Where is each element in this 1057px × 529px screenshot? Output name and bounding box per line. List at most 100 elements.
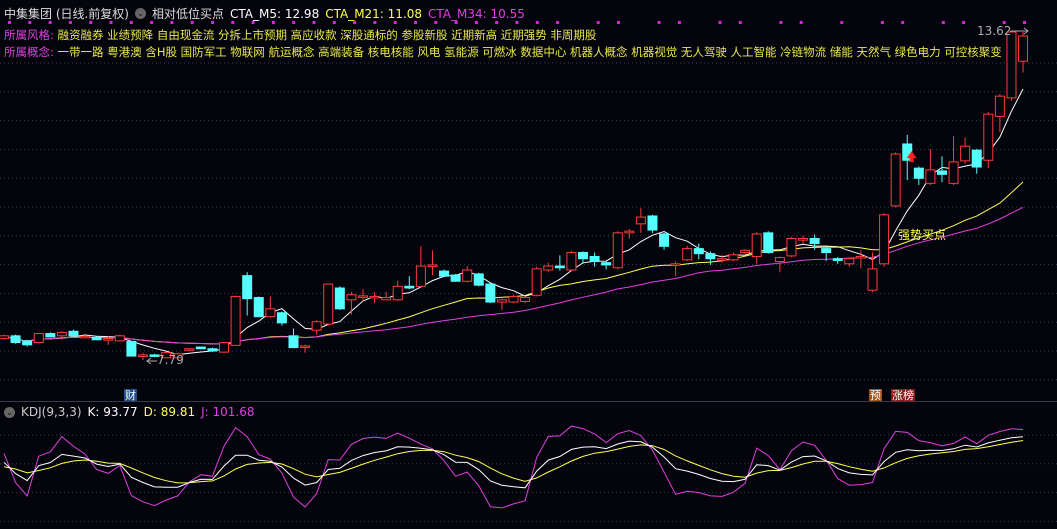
candle-down (253, 297, 264, 318)
candle-up (531, 268, 542, 296)
candle-down (647, 215, 658, 231)
candle-up (0, 335, 9, 340)
candle-down (936, 170, 947, 175)
marker-dot (556, 21, 560, 24)
candle-up (566, 252, 577, 271)
kdj-k-value: K: 93.77 (87, 405, 138, 419)
candle-up (357, 295, 368, 298)
candle-up (520, 297, 531, 302)
candle-up (369, 295, 380, 299)
kdj-title[interactable]: KDJ(9,3,3) (21, 405, 82, 419)
strong-buy-signal-label: 强势买点 (898, 228, 947, 242)
ma21-value: CTA_M21: 11.08 (325, 6, 423, 21)
candle-up (300, 345, 311, 348)
candle-down (242, 275, 253, 300)
candle-up (798, 237, 809, 241)
kdj-k-line (3, 436, 1024, 489)
candle-down (450, 274, 461, 282)
candle-down (439, 270, 450, 277)
candle-up (103, 338, 114, 341)
kdj-j-value: J: 101.68 (201, 405, 255, 419)
candle-up (751, 233, 762, 257)
concept-row: 所属概念: 一带一路 粤港澳 含H股 国防军工 物联网 航运概念 高端装备 核电… (4, 44, 1002, 60)
indicator-name[interactable]: 相对低位买点 (152, 5, 224, 22)
candle-up (543, 265, 554, 271)
panel-divider[interactable] (0, 401, 1057, 402)
candle-up (80, 335, 91, 339)
indicator-dropdown-icon[interactable]: ⌄ (135, 8, 146, 19)
marker-dot (738, 21, 742, 24)
candle-up (56, 331, 67, 337)
low-price-label: 7.79 (157, 353, 184, 367)
candle-down (22, 340, 33, 346)
marker-dot (535, 21, 539, 24)
candle-up (496, 299, 507, 303)
candle-up (786, 237, 797, 257)
candle-down (276, 312, 287, 324)
candle-down (821, 248, 832, 254)
candle-up (774, 257, 785, 263)
marker-dot (799, 21, 803, 24)
ma5-line (3, 88, 1024, 356)
candle-up (948, 161, 959, 184)
kdj-d-line (3, 440, 1024, 484)
concept-label: 所属概念: (4, 45, 54, 59)
candle-up (508, 295, 519, 303)
candle-down (601, 262, 612, 266)
candle-up (635, 216, 646, 225)
concept-items: 一带一路 粤港澳 含H股 国防军工 物联网 航运概念 高端装备 核电核能 风电 … (57, 45, 1002, 59)
candle-up (925, 169, 936, 184)
candle-down (763, 232, 774, 254)
candle-up (346, 294, 357, 301)
candle-up (323, 283, 334, 325)
price-chart (0, 21, 1057, 522)
candle-up (1018, 35, 1029, 62)
candle-down (809, 237, 820, 245)
candle-down (832, 258, 843, 261)
candle-up (415, 265, 426, 287)
candle-up (716, 258, 727, 261)
kdj-j-line (3, 425, 1024, 509)
kdj-dropdown-icon[interactable]: ⌄ (4, 406, 15, 418)
candle-up (392, 285, 403, 301)
candle-up (983, 113, 994, 161)
candle-down (705, 253, 716, 260)
ma5-value: CTA_M5: 12.98 (230, 6, 320, 21)
candle-up (427, 264, 438, 267)
candle-up (728, 254, 739, 261)
ma34-value: CTA_M34: 10.55 (428, 6, 525, 21)
candle-down (693, 248, 704, 255)
candle-down (473, 273, 484, 286)
candle-up (844, 258, 855, 265)
candle-up (994, 95, 1005, 117)
candle-up (624, 230, 635, 234)
marker-dot (840, 21, 844, 24)
marker-dot (941, 21, 945, 24)
kdj-header: ⌄ KDJ(9,3,3) K: 93.77 D: 89.81 J: 101.68 (4, 405, 254, 419)
candle-up (960, 145, 971, 162)
marker-dot (962, 21, 966, 24)
stock-title[interactable]: 中集集团 (日线.前复权) (4, 5, 129, 22)
kdj-d-value: D: 89.81 (143, 405, 196, 419)
high-price-label: 13.62 (977, 24, 1012, 38)
candle-down (659, 233, 670, 247)
candle-down (195, 346, 206, 350)
candle-up (612, 232, 623, 269)
candle-up (114, 335, 125, 342)
marker-dot (901, 21, 905, 24)
candle-up (890, 153, 901, 207)
candle-up (265, 308, 276, 318)
candle-up (670, 263, 681, 266)
candle-up (682, 248, 693, 261)
marker-dot (677, 21, 681, 24)
candle-down (288, 335, 299, 349)
marker-dot (718, 21, 722, 24)
candle-up (867, 268, 878, 291)
chart-header: 中集集团 (日线.前复权) ⌄ 相对低位买点 CTA_M5: 12.98 CTA… (4, 5, 525, 22)
candle-up (137, 354, 148, 357)
candle-up (1006, 31, 1017, 99)
marker-dot (617, 21, 620, 24)
candle-up (855, 255, 866, 259)
candle-down (589, 255, 600, 263)
candle-down (554, 265, 565, 269)
